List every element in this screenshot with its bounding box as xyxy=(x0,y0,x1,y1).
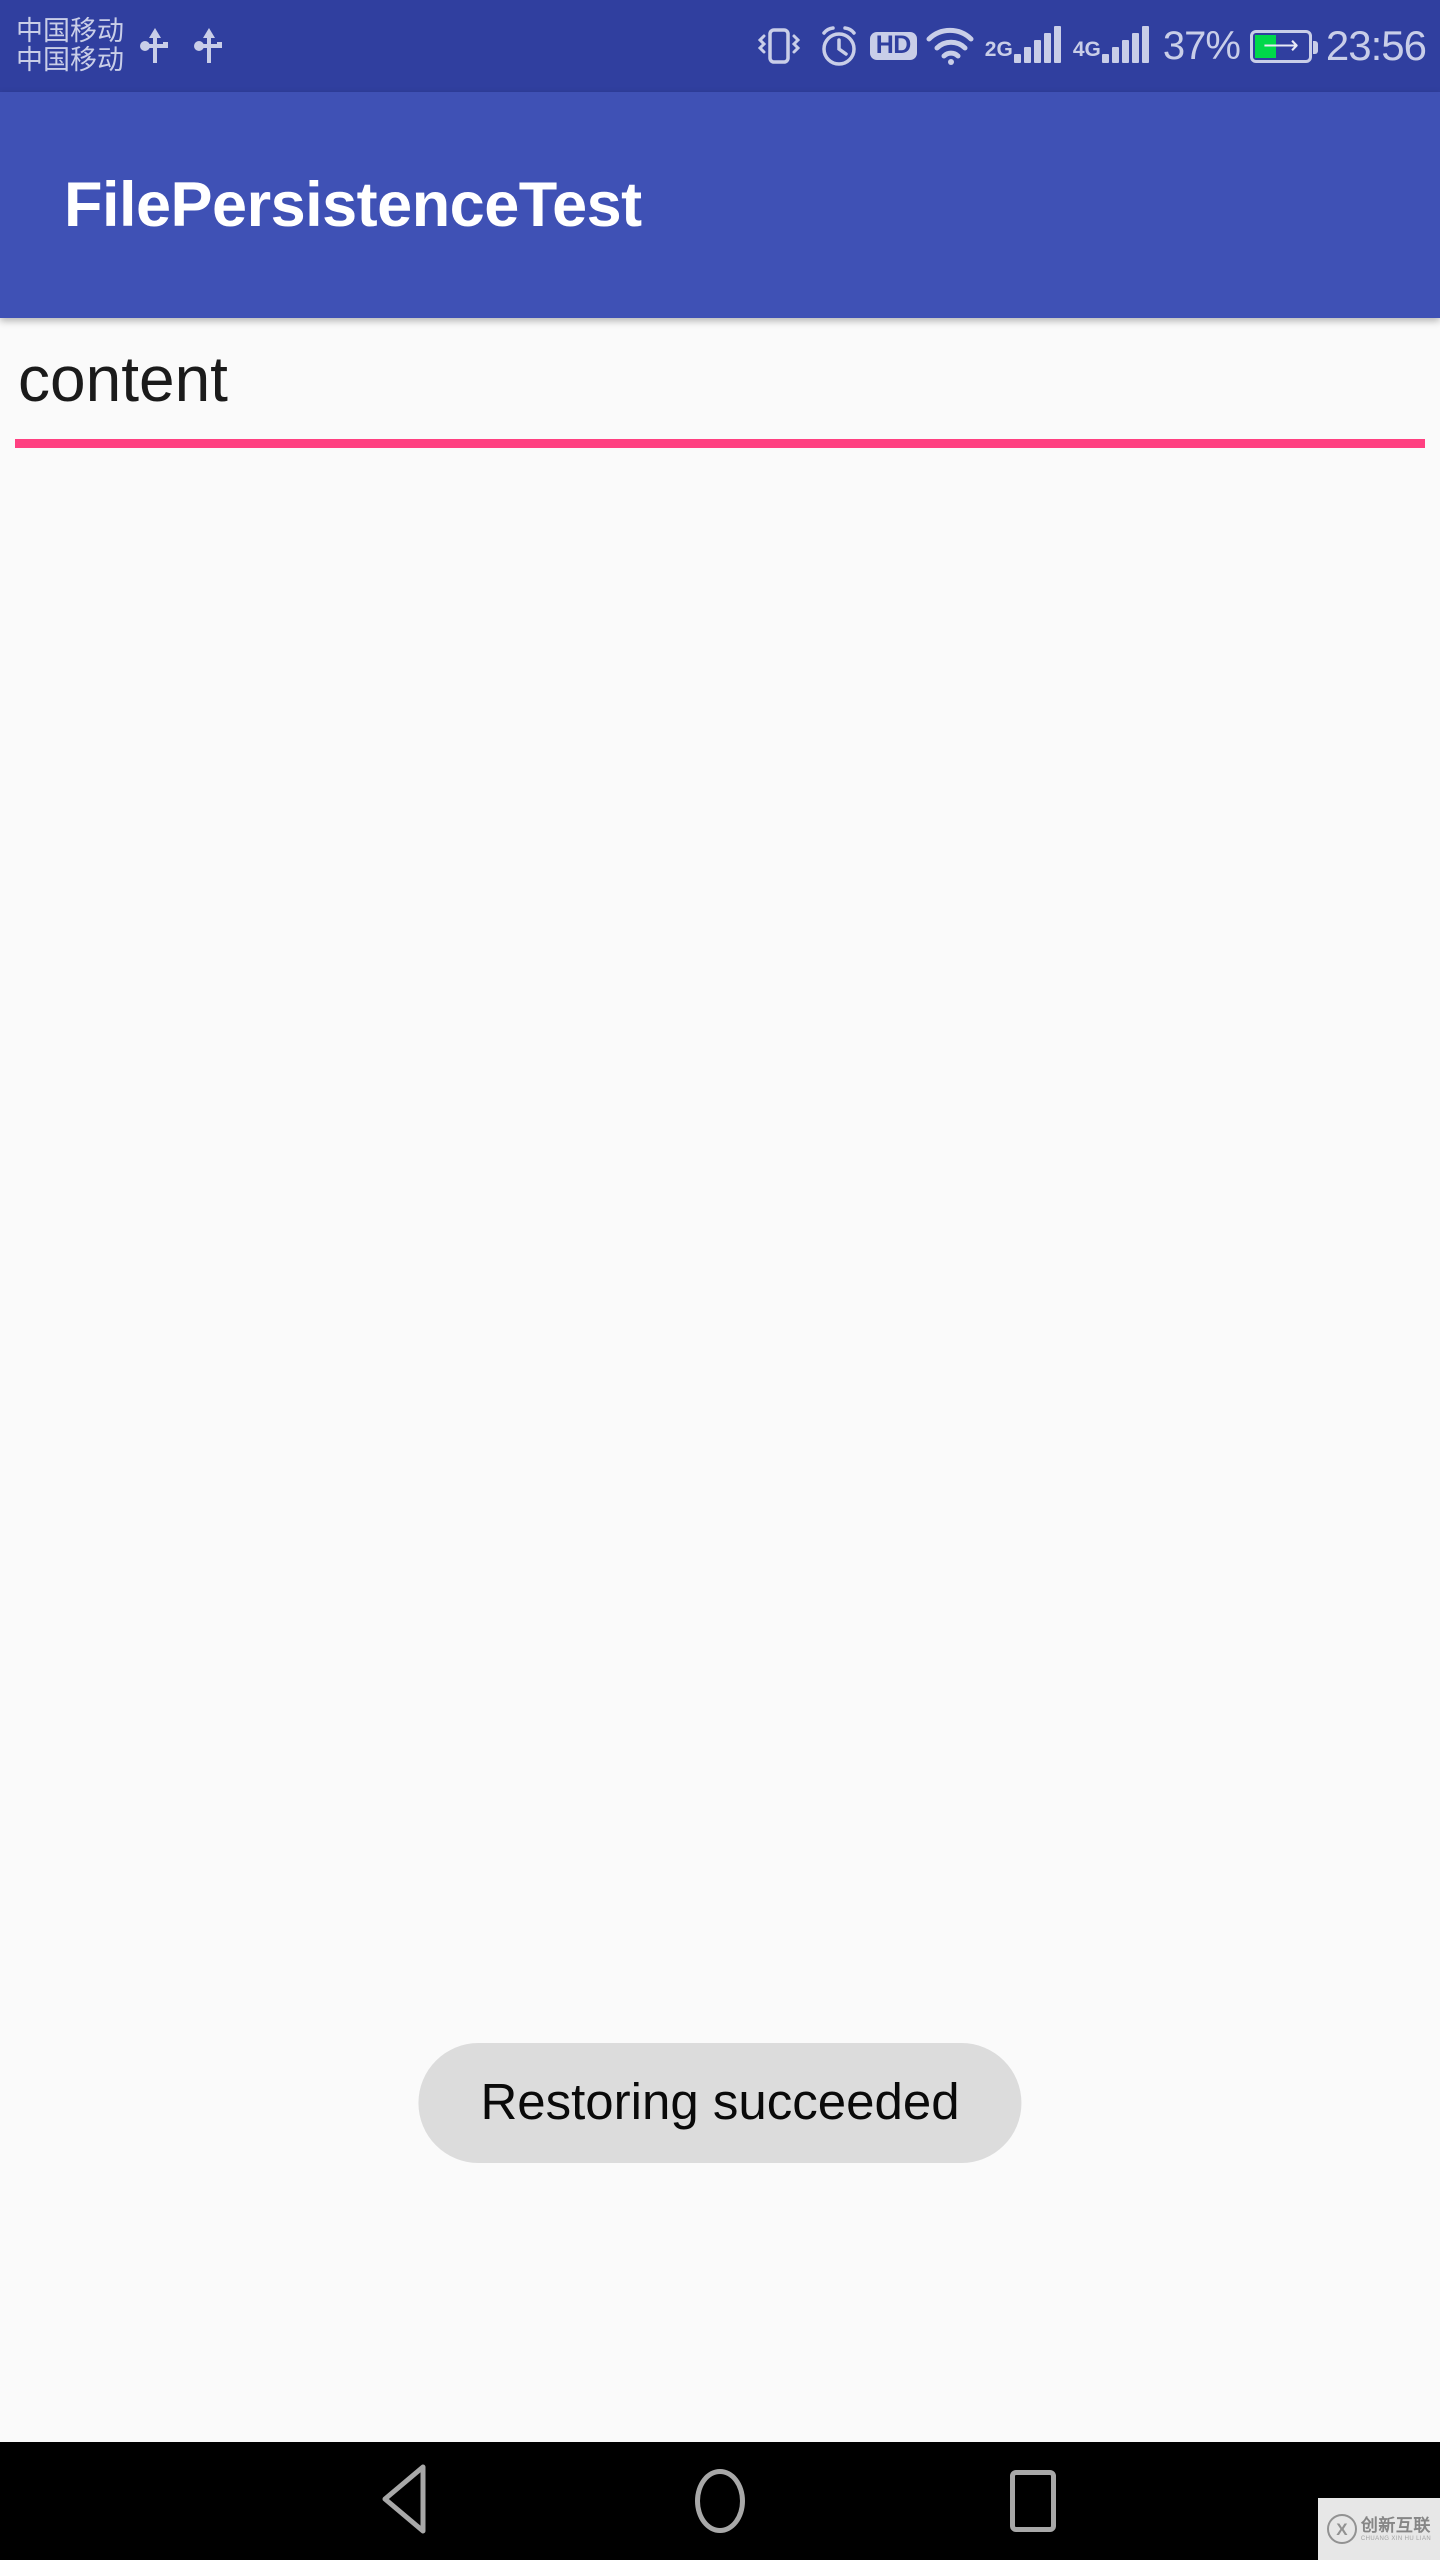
status-bar[interactable]: 中国移动 中国移动 HD 2G 4G 37% ⟶ 23:56 xyxy=(0,0,1440,92)
battery-percent-label: 37% xyxy=(1162,23,1241,68)
watermark-chinese: 创新互联 xyxy=(1360,2515,1431,2535)
carrier-label-sim1: 中国移动 xyxy=(16,16,124,47)
edit-text-underline xyxy=(15,438,1425,448)
nav-back-button[interactable] xyxy=(347,2442,467,2560)
sim1-network-label: 2G xyxy=(984,38,1013,61)
navigation-bar[interactable] xyxy=(0,2442,1440,2560)
app-bar: FilePersistenceTest xyxy=(0,92,1440,318)
alarm-clock-icon xyxy=(816,23,862,69)
nav-recents-button[interactable] xyxy=(973,2442,1093,2560)
circle-icon xyxy=(694,2469,745,2533)
usb-icon xyxy=(140,26,170,66)
carrier-label-sim2: 中国移动 xyxy=(16,45,124,75)
wifi-icon xyxy=(925,25,975,67)
usb-icon-group xyxy=(140,26,224,66)
main-content: content Restoring succeeded xyxy=(0,318,1440,2442)
charging-bolt-icon: ⟶ xyxy=(1262,31,1299,60)
usb-icon xyxy=(194,26,224,66)
content-edit-text-value[interactable]: content xyxy=(15,343,1425,417)
watermark: X 创新互联 CHUANG XIN HU LIAN xyxy=(1318,2498,1440,2560)
sim2-signal-bars xyxy=(1101,26,1149,63)
content-edit-text[interactable]: content xyxy=(15,343,1425,448)
toast: Restoring succeeded xyxy=(418,2043,1022,2163)
carrier-labels: 中国移动 中国移动 xyxy=(16,17,124,74)
watermark-text: 创新互联 CHUANG XIN HU LIAN xyxy=(1361,2517,1431,2542)
sim1-signal-bars xyxy=(1013,26,1061,63)
watermark-pinyin: CHUANG XIN HU LIAN xyxy=(1360,2535,1432,2542)
circled-x-icon: X xyxy=(1326,2514,1357,2544)
battery-icon: ⟶ xyxy=(1249,29,1318,63)
status-bar-icons: HD 2G 4G 37% ⟶ 23:56 xyxy=(752,22,1427,70)
clock-label: 23:56 xyxy=(1325,22,1427,69)
sim2-network-label: 4G xyxy=(1072,38,1101,61)
vibrate-icon xyxy=(752,24,806,68)
hd-badge: HD xyxy=(869,32,917,60)
square-icon xyxy=(1010,2470,1057,2532)
phone-screen: 中国移动 中国移动 HD 2G 4G 37% ⟶ 23:56 FilePersi… xyxy=(0,0,1440,2560)
toast-message: Restoring succeeded xyxy=(480,2073,960,2130)
page-title: FilePersistenceTest xyxy=(64,170,642,240)
triangle-left-icon xyxy=(377,2461,437,2542)
nav-home-button[interactable] xyxy=(660,2442,780,2560)
